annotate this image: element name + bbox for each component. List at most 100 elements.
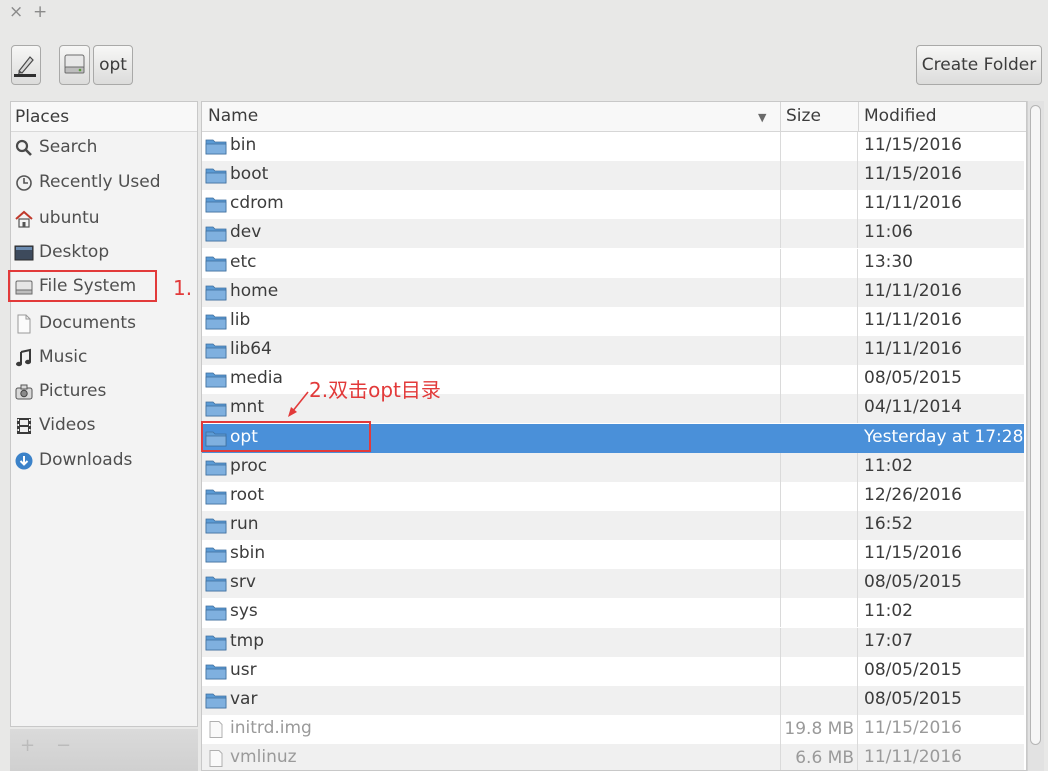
file-row[interactable]: sys 11:02 (202, 598, 1024, 628)
file-modified: 11/15/2016 (864, 543, 962, 564)
file-size (780, 656, 858, 686)
file-name: bin (230, 135, 257, 155)
file-list-scrollbar[interactable] (1027, 101, 1044, 771)
file-size (780, 336, 858, 366)
new-tab-icon[interactable]: + (33, 2, 47, 22)
file-row[interactable]: proc 11:02 (202, 452, 1024, 482)
file-row[interactable]: lib64 11/11/2016 (202, 336, 1024, 366)
video-icon (17, 418, 31, 434)
file-modified: 12/26/2016 (864, 484, 962, 505)
place-music[interactable]: Music (11, 343, 197, 373)
file-name: lib (230, 309, 251, 330)
file-name: cdrom (230, 193, 284, 214)
file-size (780, 685, 858, 715)
annotation-step2: 2.双击opt目录 (309, 378, 441, 402)
file-modified: 08/05/2015 (864, 368, 962, 389)
place-label: Documents (39, 313, 136, 333)
file-row[interactable]: cdrom 11/11/2016 (202, 190, 1024, 220)
folder-icon (205, 460, 227, 476)
sort-arrow-icon: ▼ (758, 111, 767, 124)
add-place-icon[interactable]: + (20, 735, 35, 756)
folder-icon (205, 664, 227, 680)
file-size (780, 423, 858, 453)
file-size (780, 161, 858, 191)
file-row[interactable]: sbin 11/15/2016 (202, 540, 1024, 570)
places-actions-bar: + − (10, 729, 198, 771)
file-row[interactable]: initrd.img 19.8 MB 11/15/2016 (202, 715, 1024, 744)
edit-location-button[interactable] (11, 45, 41, 85)
file-size (780, 452, 858, 482)
file-name: run (230, 513, 259, 534)
file-row[interactable]: etc 13:30 (202, 248, 1024, 278)
pencil-icon (14, 56, 36, 77)
file-size (780, 510, 858, 540)
file-row[interactable]: usr 08/05/2015 (202, 656, 1024, 686)
annotation-arrow-icon (288, 391, 309, 417)
place-documents[interactable]: Documents (11, 309, 197, 339)
file-name: proc (230, 455, 268, 476)
place-search[interactable]: Search (11, 133, 197, 163)
folder-icon (205, 605, 227, 621)
file-row[interactable]: var 08/05/2015 (202, 685, 1024, 715)
folder-icon (205, 168, 227, 184)
folder-icon (205, 518, 227, 534)
create-folder-button[interactable]: Create Folder (916, 45, 1042, 85)
place-pictures[interactable]: Pictures (11, 377, 197, 407)
home-icon (15, 210, 33, 228)
title-bar: × + (0, 0, 1048, 26)
file-size (780, 481, 858, 511)
place-videos[interactable]: Videos (11, 411, 197, 441)
place-label: Recently Used (39, 172, 161, 192)
file-row[interactable]: run 16:52 (202, 510, 1024, 540)
file-modified: 11:06 (864, 222, 913, 243)
file-row[interactable]: dev 11:06 (202, 219, 1024, 249)
drive-icon (64, 54, 85, 74)
file-name: mnt (230, 397, 264, 418)
place-home[interactable]: ubuntu (11, 204, 197, 234)
place-desktop[interactable]: Desktop (11, 238, 197, 268)
file-row[interactable]: tmp 17:07 (202, 627, 1024, 657)
file-row[interactable]: root 12/26/2016 (202, 481, 1024, 511)
folder-icon (205, 343, 227, 359)
file-modified: 11/11/2016 (864, 309, 962, 330)
file-row[interactable]: home 11/11/2016 (202, 277, 1024, 307)
file-modified: 11/15/2016 (864, 164, 962, 185)
close-tab-icon[interactable]: × (9, 2, 23, 22)
folder-icon (205, 256, 227, 271)
column-modified-header[interactable]: Modified (864, 106, 937, 126)
path-button-label: opt (99, 55, 127, 75)
file-modified: 11/11/2016 (864, 339, 962, 360)
column-size-header[interactable]: Size (786, 106, 821, 126)
file-name: media (230, 368, 283, 389)
place-recently-used[interactable]: Recently Used (11, 168, 197, 198)
folder-icon (205, 635, 227, 650)
folder-icon (205, 197, 227, 213)
music-icon (16, 348, 31, 367)
place-label: Search (39, 137, 98, 157)
file-size (780, 190, 858, 220)
place-label: Downloads (39, 450, 133, 470)
scrollbar-thumb[interactable] (1030, 105, 1041, 745)
file-modified: 08/05/2015 (864, 659, 962, 680)
file-name: srv (230, 572, 256, 593)
file-row[interactable]: bin 11/15/2016 (202, 132, 1024, 161)
filesystem-path-button[interactable] (59, 45, 90, 85)
opt-path-button[interactable]: opt (93, 45, 133, 85)
file-row[interactable]: vmlinuz 6.6 MB 11/11/2016 (202, 744, 1024, 770)
column-name-header[interactable]: Name (208, 106, 258, 126)
file-row[interactable]: boot 11/15/2016 (202, 161, 1024, 191)
folder-icon (205, 139, 227, 155)
file-modified: 11/11/2016 (864, 280, 962, 301)
file-size (780, 132, 858, 161)
place-label: Pictures (39, 381, 107, 401)
file-row[interactable]: srv 08/05/2015 (202, 569, 1024, 599)
file-name: tmp (230, 630, 265, 651)
file-name: boot (230, 164, 269, 185)
place-downloads[interactable]: Downloads (11, 446, 197, 476)
places-sidebar: Places Search Recently Used ubuntu Deskt… (10, 101, 198, 727)
file-modified: 16:52 (864, 513, 913, 534)
file-row[interactable]: lib 11/11/2016 (202, 306, 1024, 336)
remove-place-icon[interactable]: − (56, 735, 71, 756)
folder-icon (205, 285, 227, 301)
document-icon (17, 314, 31, 334)
